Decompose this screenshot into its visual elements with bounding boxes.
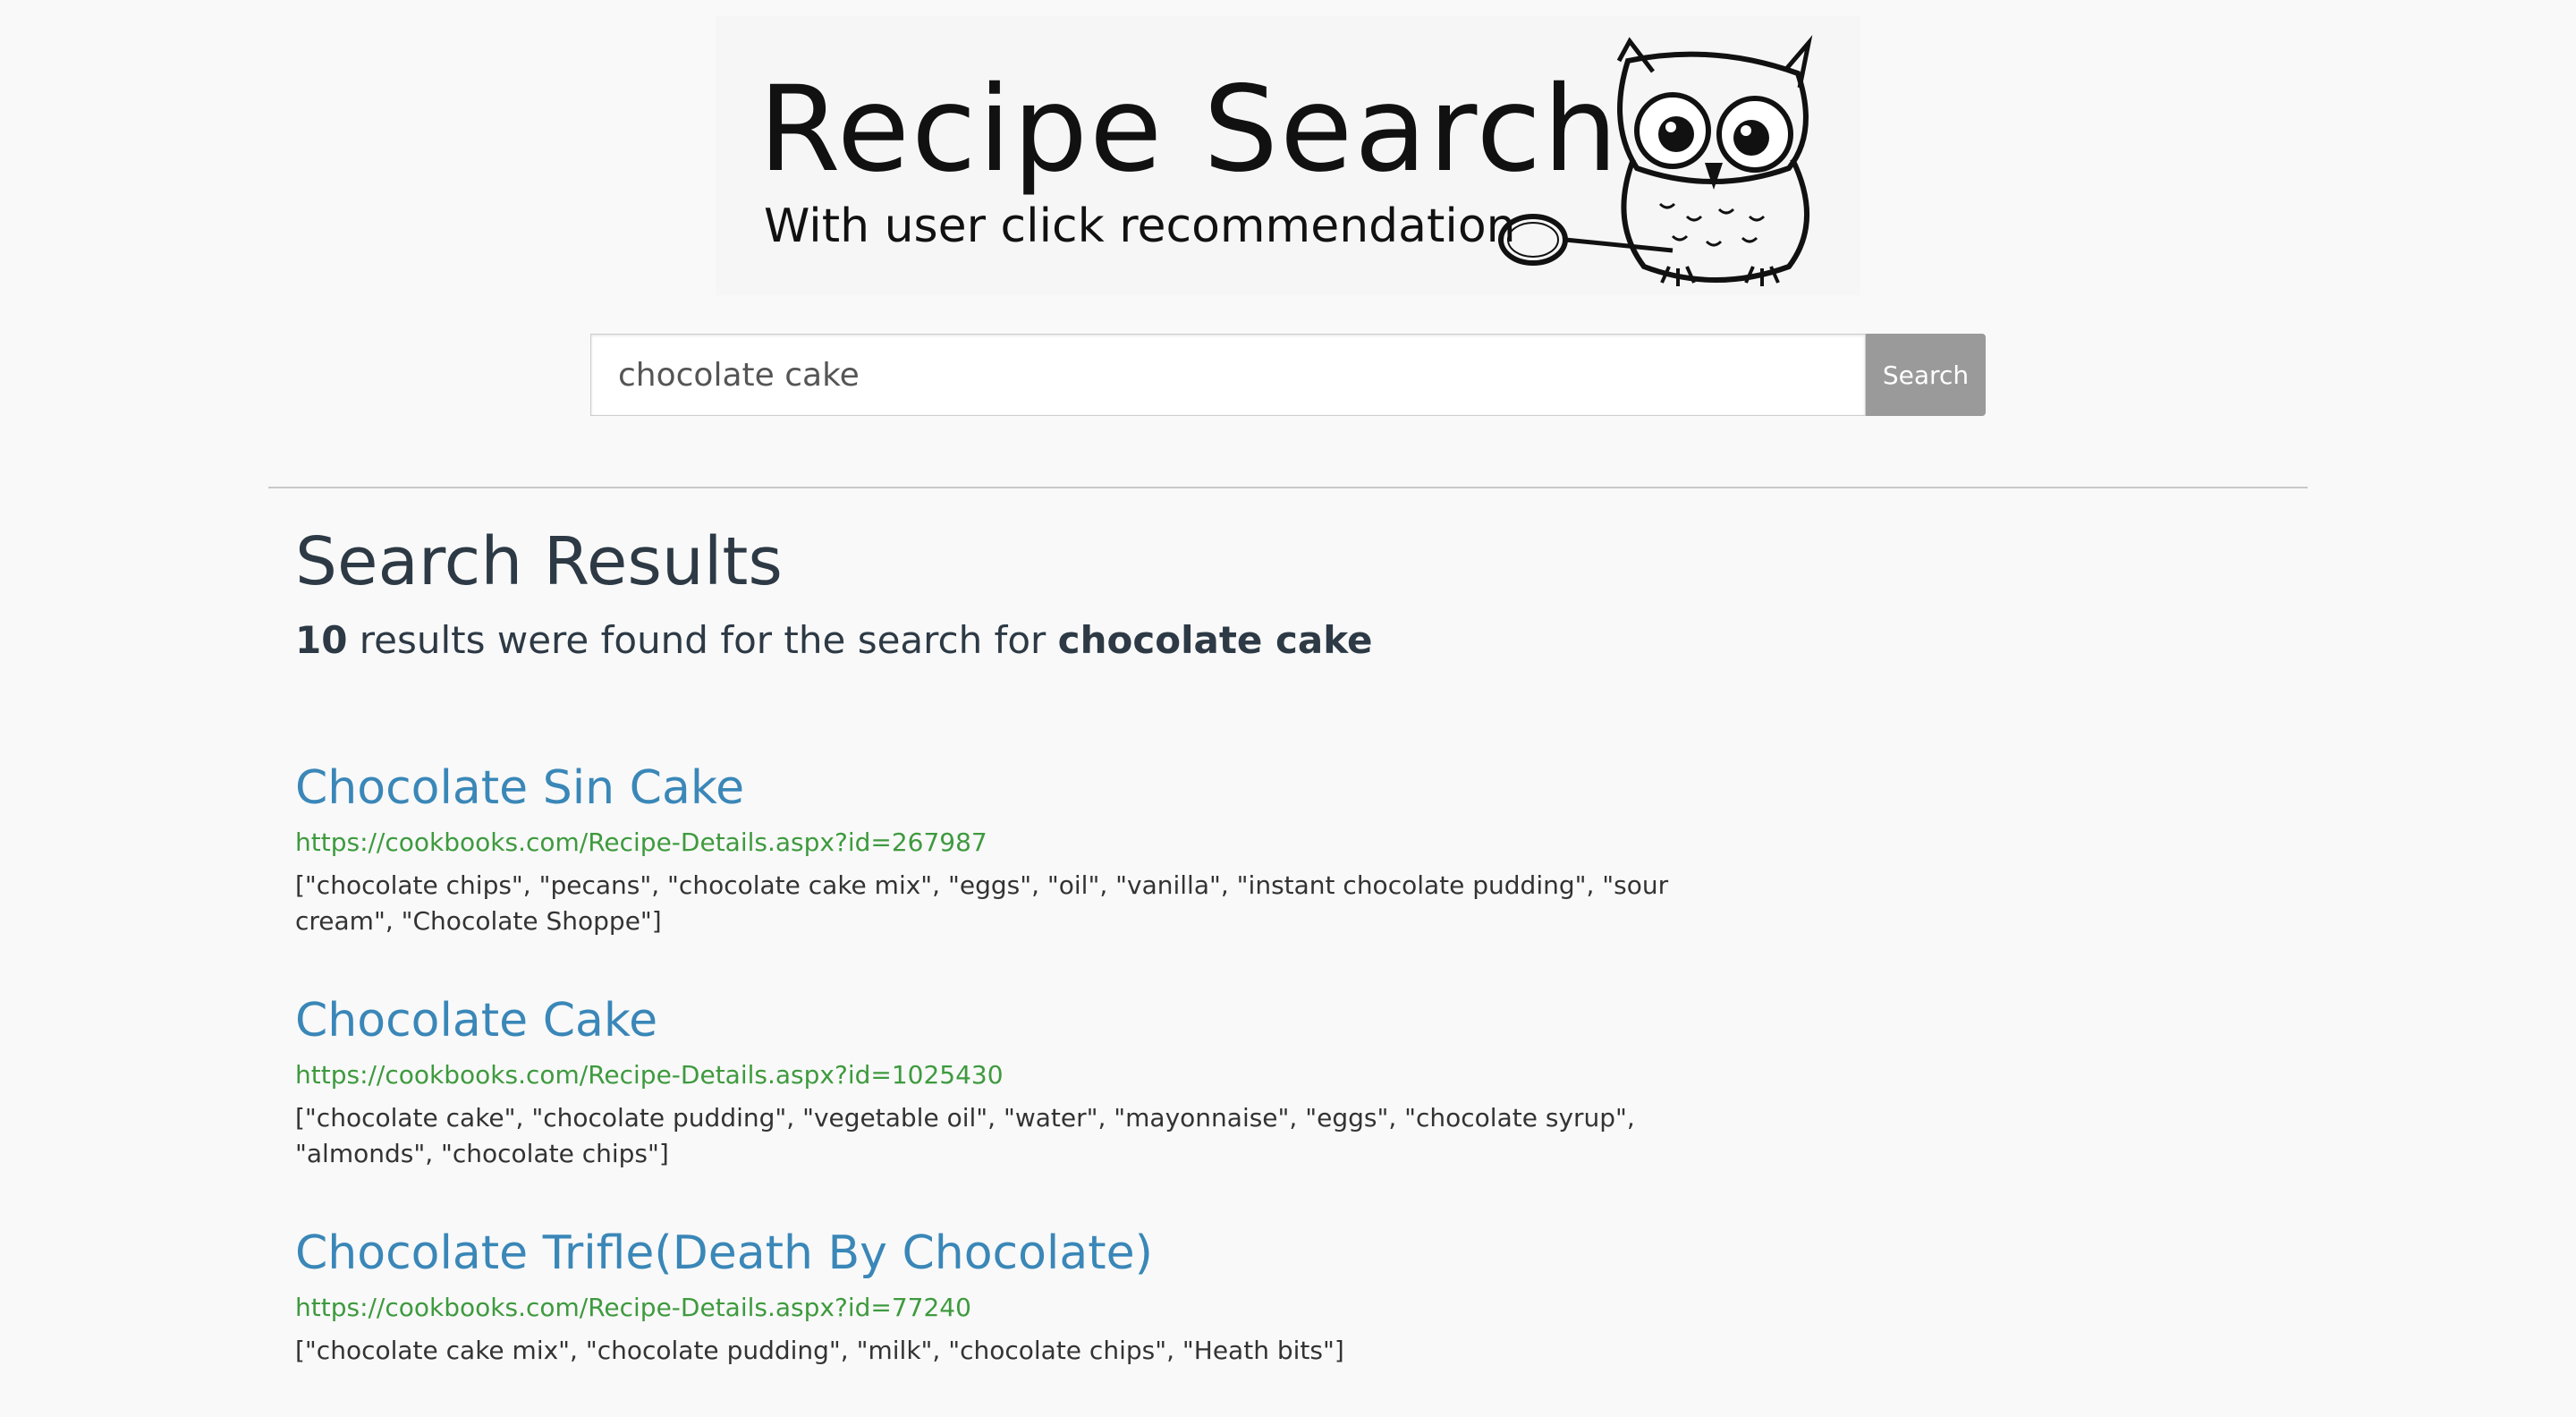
result-item: Chocolate Sin Cake https://cookbooks.com… (295, 757, 1744, 939)
result-title-link[interactable]: Chocolate Trifle(Death By Chocolate) (295, 1222, 1744, 1285)
result-item: Chocolate Trifle(Death By Chocolate) htt… (295, 1222, 1744, 1369)
result-title-link[interactable]: Chocolate Cake (295, 989, 1744, 1052)
divider (268, 487, 2308, 488)
result-ingredients: ["chocolate cake mix", "chocolate puddin… (295, 1336, 1344, 1365)
search-button[interactable]: Search (1866, 334, 1986, 416)
result-ingredients: ["chocolate cake", "chocolate pudding", … (295, 1103, 1635, 1168)
results-query: chocolate cake (1057, 618, 1373, 662)
result-item: Chocolate Cake https://cookbooks.com/Rec… (295, 989, 1744, 1172)
results-count: 10 (295, 618, 348, 662)
result-title-link[interactable]: Chocolate Sin Cake (295, 757, 1744, 819)
result-ingredients: ["chocolate chips", "pecans", "chocolate… (295, 870, 1669, 936)
result-url[interactable]: https://cookbooks.com/Recipe-Details.asp… (295, 1056, 1744, 1095)
owl-with-magnifier-icon (1498, 35, 1813, 286)
result-url[interactable]: https://cookbooks.com/Recipe-Details.asp… (295, 1288, 1744, 1328)
site-logo[interactable]: Recipe Search With user click recommenda… (716, 16, 1860, 295)
results-heading: Search Results (295, 523, 783, 600)
results-summary-text: results were found for the search for (347, 618, 1058, 662)
search-input[interactable] (590, 334, 1866, 416)
result-url[interactable]: https://cookbooks.com/Recipe-Details.asp… (295, 823, 1744, 862)
logo-subtitle: With user click recommendation (764, 199, 1516, 253)
results-summary: 10 results were found for the search for… (295, 614, 1373, 667)
